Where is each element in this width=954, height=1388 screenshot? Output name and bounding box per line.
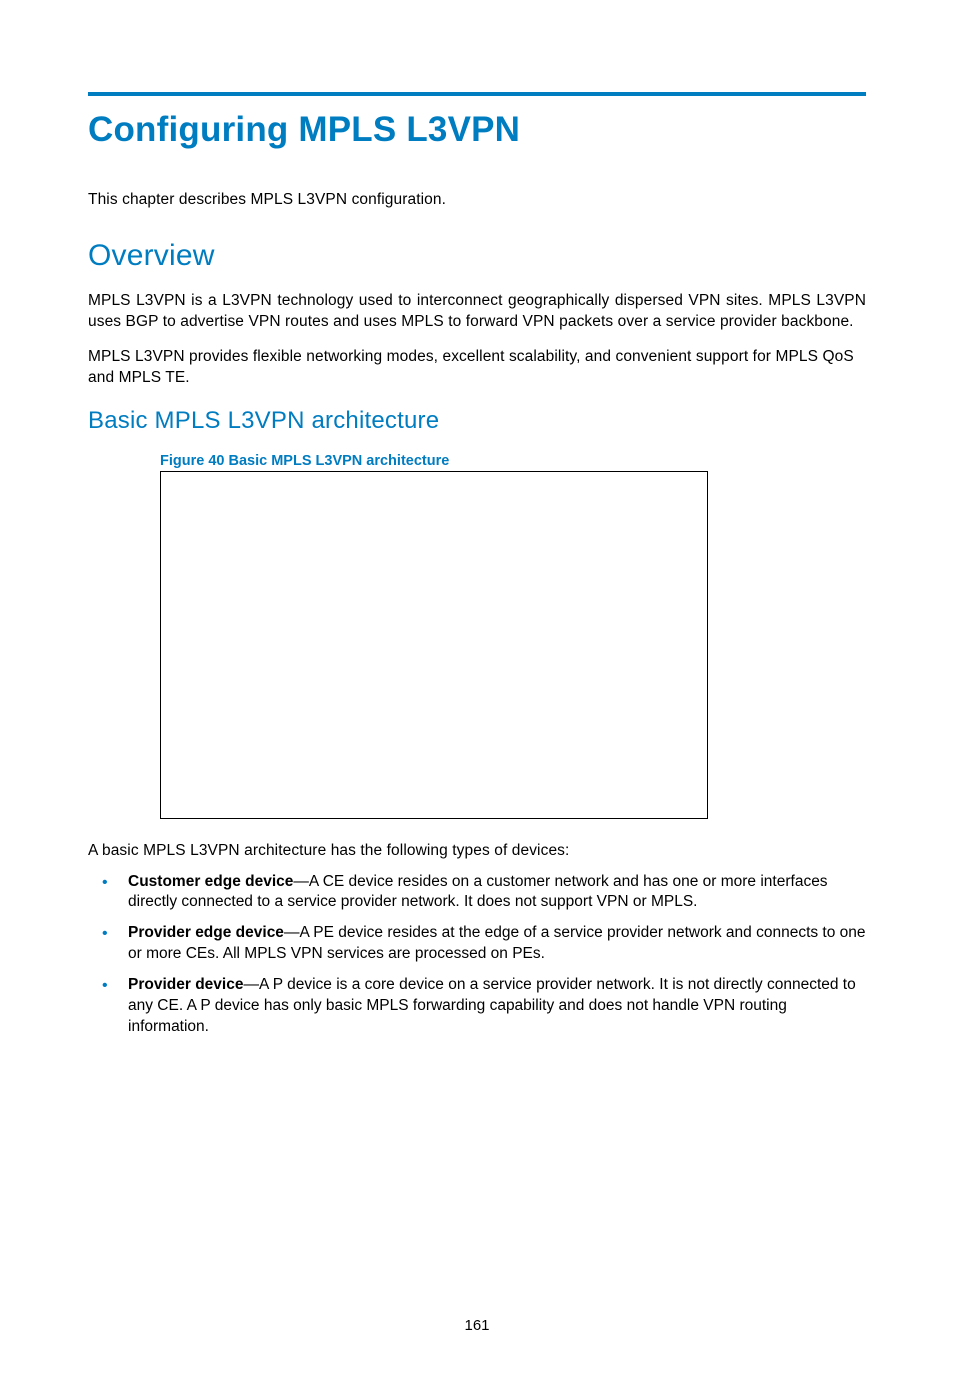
figure-caption: Figure 40 Basic MPLS L3VPN architecture xyxy=(160,453,866,469)
list-item: Customer edge device—A CE device resides… xyxy=(88,872,866,914)
term: Provider device xyxy=(128,976,243,993)
overview-paragraph-1: MPLS L3VPN is a L3VPN technology used to… xyxy=(88,291,866,333)
list-item: Provider edge device—A PE device resides… xyxy=(88,923,866,965)
list-item: Provider device—A P device is a core dev… xyxy=(88,975,866,1038)
term: Provider edge device xyxy=(128,924,284,941)
page-number: 161 xyxy=(0,1317,954,1334)
term: Customer edge device xyxy=(128,873,293,890)
device-list: Customer edge device—A CE device resides… xyxy=(88,872,866,1038)
overview-heading: Overview xyxy=(88,239,866,273)
intro-paragraph: This chapter describes MPLS L3VPN config… xyxy=(88,190,866,211)
chapter-title: Configuring MPLS L3VPN xyxy=(88,110,866,150)
devices-intro: A basic MPLS L3VPN architecture has the … xyxy=(88,841,866,862)
overview-paragraph-2: MPLS L3VPN provides flexible networking … xyxy=(88,347,866,389)
figure-placeholder xyxy=(160,471,708,819)
figure-block: Figure 40 Basic MPLS L3VPN architecture xyxy=(160,453,866,819)
page: Configuring MPLS L3VPN This chapter desc… xyxy=(0,92,954,1388)
architecture-heading: Basic MPLS L3VPN architecture xyxy=(88,407,866,435)
top-rule xyxy=(88,92,866,96)
